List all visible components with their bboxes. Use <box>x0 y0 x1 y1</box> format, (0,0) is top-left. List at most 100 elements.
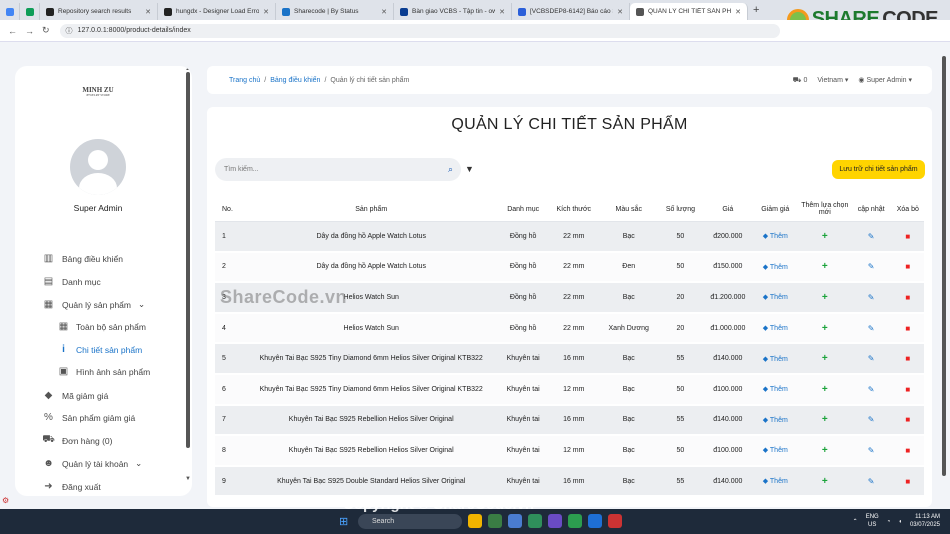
back-icon[interactable]: ← <box>8 26 17 36</box>
discount-link[interactable]: ◆ Thêm <box>763 294 788 301</box>
cell-size: 22 mm <box>546 282 601 314</box>
scroll-down-icon[interactable]: ▼ <box>185 476 191 482</box>
cart-button[interactable]: ⛟ 0 <box>793 76 808 85</box>
edit-icon[interactable]: ✎ <box>868 324 875 333</box>
add-option-icon[interactable]: + <box>822 414 828 425</box>
site-info-icon[interactable]: ⓘ <box>66 26 73 36</box>
sidebar-item[interactable]: ➜ Đăng xuất <box>42 481 100 492</box>
discount-link[interactable]: ◆ Thêm <box>763 386 788 393</box>
discount-link[interactable]: ◆ Thêm <box>763 356 788 363</box>
browser-tab[interactable] <box>0 3 20 20</box>
trash-icon[interactable]: ■ <box>905 446 910 455</box>
sidebar-item[interactable]: ⛟ Đơn hàng (0) <box>42 434 112 446</box>
sidebar-item[interactable]: % Sản phẩm giảm giá <box>42 412 135 423</box>
sidebar-item[interactable]: ▦ Toàn bộ sản phẩm <box>58 321 146 332</box>
edit-icon[interactable]: ✎ <box>868 477 875 486</box>
tab-close-icon[interactable]: ✕ <box>617 8 623 16</box>
browser-tab[interactable]: Bàn giao VCBS - Tập tin - own ✕ <box>394 3 512 20</box>
discount-link[interactable]: ◆ Thêm <box>763 417 788 424</box>
add-option-icon[interactable]: + <box>822 445 828 456</box>
add-option-icon[interactable]: + <box>822 231 828 242</box>
sidebar-item[interactable]: ◆ Mã giảm giá <box>42 390 109 401</box>
forward-icon[interactable]: → <box>25 26 34 36</box>
add-option-icon[interactable]: + <box>822 292 828 303</box>
add-option-icon[interactable]: + <box>822 353 828 364</box>
language-indicator[interactable]: ENG US <box>866 514 879 530</box>
sidebar-item[interactable]: ▤ Danh mục <box>42 276 101 287</box>
browser-tab[interactable]: QUẢN LÝ CHI TIẾT SẢN PHẨM✕ <box>630 3 748 20</box>
discount-link[interactable]: ◆ Thêm <box>763 325 788 332</box>
edit-icon[interactable]: ✎ <box>868 262 875 271</box>
cell-size: 12 mm <box>546 435 601 467</box>
url-field[interactable]: ⓘ 127.0.0.1:8000/product-details/index <box>59 23 780 38</box>
trash-icon[interactable]: ■ <box>905 232 910 241</box>
cell-category: Đồng hồ <box>499 251 547 284</box>
new-tab-icon[interactable]: + <box>753 4 759 16</box>
browser-tab[interactable]: Sharecode | By Status ✕ <box>276 3 394 20</box>
tab-close-icon[interactable]: ✕ <box>145 8 151 16</box>
tab-close-icon[interactable]: ✕ <box>263 8 269 16</box>
sidebar-item[interactable]: ▣ Hình ảnh sản phẩm <box>58 366 150 377</box>
tray-chevron-icon[interactable]: ⌃ <box>853 518 858 525</box>
browser-tab[interactable]: [VCBSDEP8-6142] Báo cáo SEI ✕ <box>512 3 630 20</box>
add-option-icon[interactable]: + <box>822 384 828 395</box>
search-icon[interactable]: ⌕ <box>448 164 453 175</box>
add-option-icon[interactable]: + <box>822 261 828 272</box>
wifi-icon[interactable]: ◔ <box>887 519 891 525</box>
trash-icon[interactable]: ■ <box>905 477 910 486</box>
add-option-icon[interactable]: + <box>822 323 828 334</box>
discount-link[interactable]: ◆ Thêm <box>763 264 788 271</box>
teams-icon[interactable] <box>548 514 562 528</box>
edit-icon[interactable]: ✎ <box>868 446 875 455</box>
tab-close-icon[interactable]: ✕ <box>381 8 387 16</box>
laravel-debug-icon[interactable]: ⚙ <box>2 496 9 505</box>
page-scrollbar[interactable] <box>941 50 947 500</box>
app-icon[interactable] <box>568 514 582 528</box>
search-input[interactable]: Tìm kiếm... ⌕ <box>215 158 461 181</box>
edit-icon[interactable]: ✎ <box>868 415 875 424</box>
trash-icon[interactable]: ■ <box>905 385 910 394</box>
clock[interactable]: 11:13 AM 03/07/2025 <box>910 514 940 530</box>
file-explorer-icon[interactable] <box>468 514 482 528</box>
browser-tab[interactable]: hungdx - Designer Load Error ✕ <box>158 3 276 20</box>
brand-logo[interactable]: MINH ZU JEWELRY STORE <box>80 86 116 98</box>
trash-icon[interactable]: ■ <box>905 354 910 363</box>
filter-icon[interactable]: ▼ <box>465 164 474 174</box>
edit-icon[interactable]: ✎ <box>868 232 875 241</box>
breadcrumb-dashboard[interactable]: Bảng điều khiển <box>270 77 320 84</box>
breadcrumb-home[interactable]: Trang chủ <box>229 77 260 84</box>
reload-icon[interactable]: ↻ <box>42 25 50 36</box>
tab-close-icon[interactable]: ✕ <box>499 8 505 16</box>
sidebar-item[interactable]: ▥ Bảng điều khiển <box>42 253 123 264</box>
app-icon[interactable] <box>528 514 542 528</box>
trash-icon[interactable]: ■ <box>905 324 910 333</box>
trash-icon[interactable]: ■ <box>905 415 910 424</box>
windows-start-icon[interactable]: ⊞ <box>339 515 348 528</box>
discount-link[interactable]: ◆ Thêm <box>763 447 788 454</box>
sidebar-item[interactable]: ▦ Quản lý sản phẩm ⌄ <box>42 299 145 310</box>
edit-icon[interactable]: ✎ <box>868 293 875 302</box>
edit-icon[interactable]: ✎ <box>868 354 875 363</box>
sidebar-item[interactable]: ☻ Quản lý tài khoản ⌄ <box>42 458 142 469</box>
discount-link[interactable]: ◆ Thêm <box>763 233 788 240</box>
trash-icon[interactable]: ■ <box>905 293 910 302</box>
discount-link[interactable]: ◆ Thêm <box>763 478 788 485</box>
sidebar-scrollbar[interactable] <box>186 72 190 448</box>
browser-tab[interactable] <box>20 3 40 20</box>
store-details-button[interactable]: Lưu trữ chi tiết sản phẩm <box>832 160 925 179</box>
vscode-icon[interactable] <box>588 514 602 528</box>
volume-icon[interactable]: ◖ <box>898 519 902 525</box>
app-icon[interactable] <box>608 514 622 528</box>
edit-icon[interactable]: ✎ <box>868 385 875 394</box>
app-icon[interactable] <box>508 514 522 528</box>
taskbar-search[interactable]: Search <box>358 514 462 529</box>
sidebar-item[interactable]: i Chi tiết sản phẩm <box>58 344 142 355</box>
chrome-icon[interactable] <box>488 514 502 528</box>
language-dropdown[interactable]: Vietnam ▾ <box>817 76 848 84</box>
tab-label: [VCBSDEP8-6142] Báo cáo SEI <box>530 8 613 15</box>
add-option-icon[interactable]: + <box>822 476 828 487</box>
tab-close-icon[interactable]: ✕ <box>735 8 741 16</box>
browser-tab[interactable]: Repository search results ✕ <box>40 3 158 20</box>
trash-icon[interactable]: ■ <box>905 262 910 271</box>
user-dropdown[interactable]: ◉ Super Admin ▾ <box>858 76 912 84</box>
